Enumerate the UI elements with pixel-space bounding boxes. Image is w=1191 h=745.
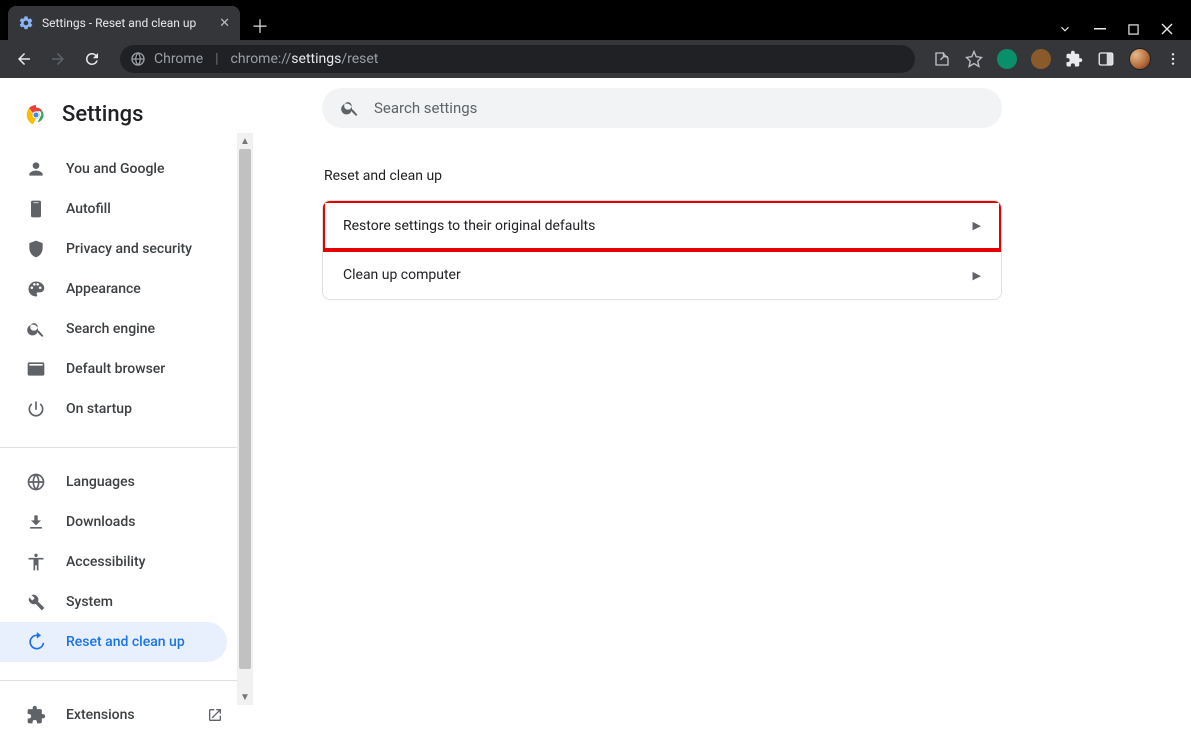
browser-icon: [26, 359, 46, 379]
sidebar-item-default-browser[interactable]: Default browser: [0, 349, 227, 389]
sidebar-item-label: System: [66, 594, 113, 610]
external-link-icon: [207, 707, 223, 723]
search-icon: [340, 98, 360, 118]
sidebar-item-reset[interactable]: Reset and clean up: [0, 622, 227, 662]
puzzle-icon: [26, 705, 46, 725]
sidebar-item-you-and-google[interactable]: You and Google: [0, 149, 227, 189]
kebab-menu-icon[interactable]: [1165, 51, 1181, 67]
chevron-right-icon: ▶: [973, 219, 981, 232]
chrome-logo-icon: [24, 103, 48, 127]
url-host: settings: [291, 51, 341, 67]
address-bar[interactable]: Chrome | chrome://settings/reset: [120, 45, 915, 73]
tabstrip: Settings - Reset and clean up ✕ ＋: [0, 0, 274, 40]
extensions-icon[interactable]: [1065, 50, 1083, 68]
sidebar-item-languages[interactable]: Languages: [0, 462, 227, 502]
sidebar-item-appearance[interactable]: Appearance: [0, 269, 227, 309]
sidebar-item-label: Appearance: [66, 281, 141, 297]
settings-brand: Settings: [0, 98, 253, 149]
search-placeholder: Search settings: [374, 99, 477, 117]
scrollbar-thumb[interactable]: [239, 149, 251, 669]
maximize-icon[interactable]: [1128, 24, 1139, 35]
shield-icon: [26, 239, 46, 259]
sidebar-item-label: On startup: [66, 401, 132, 417]
new-tab-button[interactable]: ＋: [246, 12, 274, 40]
settings-card: Restore settings to their original defau…: [322, 200, 1002, 300]
settings-search[interactable]: Search settings: [322, 88, 1002, 128]
browser-tab[interactable]: Settings - Reset and clean up ✕: [8, 6, 240, 40]
sidebar-item-accessibility[interactable]: Accessibility: [0, 542, 227, 582]
row-clean-up-computer[interactable]: Clean up computer ▶: [323, 250, 1001, 299]
reload-button[interactable]: [78, 45, 106, 73]
window-controls: [1058, 22, 1191, 40]
toolbar: Chrome | chrome://settings/reset: [0, 40, 1191, 78]
back-button[interactable]: [10, 45, 38, 73]
sidebar-group-extensions: Extensions: [0, 680, 253, 745]
sidebar-item-label: Reset and clean up: [66, 634, 185, 650]
palette-icon: [26, 279, 46, 299]
close-window-icon[interactable]: [1161, 23, 1173, 35]
share-icon[interactable]: [933, 50, 951, 68]
wrench-icon: [26, 592, 46, 612]
sidebar-item-system[interactable]: System: [0, 582, 227, 622]
sidebar-item-autofill[interactable]: Autofill: [0, 189, 227, 229]
sidebar-item-label: Search engine: [66, 321, 155, 337]
tab-title: Settings - Reset and clean up: [42, 16, 211, 30]
settings-title: Settings: [62, 102, 143, 127]
row-label: Clean up computer: [343, 267, 461, 283]
scroll-up-icon[interactable]: ▲: [237, 133, 253, 149]
sidebar-item-search-engine[interactable]: Search engine: [0, 309, 227, 349]
sidebar-item-label: Accessibility: [66, 554, 145, 570]
chevron-right-icon: ▶: [973, 269, 981, 282]
page-content: Settings You and Google Autofill Privacy…: [0, 78, 1191, 705]
power-icon: [26, 399, 46, 419]
search-icon: [26, 319, 46, 339]
restore-icon: [26, 632, 46, 652]
bookmark-icon[interactable]: [965, 50, 983, 68]
site-info-icon[interactable]: [130, 51, 146, 67]
chevron-down-icon[interactable]: [1058, 22, 1072, 36]
toolbar-actions: [929, 48, 1181, 70]
extension-cookie-icon[interactable]: [1031, 49, 1051, 69]
section-title: Reset and clean up: [324, 168, 1191, 184]
url-path: /reset: [341, 51, 378, 67]
main-panel: Search settings Reset and clean up Resto…: [254, 78, 1191, 705]
sidebar-item-downloads[interactable]: Downloads: [0, 502, 227, 542]
sidebar-item-label: Downloads: [66, 514, 135, 530]
sidebar-group-advanced: Languages Downloads Accessibility System…: [0, 447, 253, 672]
sidebar-item-label: Default browser: [66, 361, 165, 377]
clipboard-icon: [26, 199, 46, 219]
sidebar: Settings You and Google Autofill Privacy…: [0, 78, 254, 705]
accessibility-icon: [26, 552, 46, 572]
sidebar-item-privacy[interactable]: Privacy and security: [0, 229, 227, 269]
sidebar-item-label: Languages: [66, 474, 135, 490]
forward-button[interactable]: [44, 45, 72, 73]
download-icon: [26, 512, 46, 532]
scroll-down-icon[interactable]: ▼: [237, 689, 253, 705]
sidebar-item-label: Privacy and security: [66, 241, 192, 257]
globe-icon: [26, 472, 46, 492]
sidebar-item-on-startup[interactable]: On startup: [0, 389, 227, 429]
sidebar-group-main: You and Google Autofill Privacy and secu…: [0, 149, 253, 439]
browser-chrome: Settings - Reset and clean up ✕ ＋: [0, 0, 1191, 78]
sidebar-scrollbar[interactable]: ▲ ▼: [237, 133, 253, 705]
url-scheme: chrome://: [231, 51, 292, 67]
close-icon[interactable]: ✕: [219, 16, 230, 31]
minimize-icon[interactable]: [1094, 23, 1106, 35]
extension-grammarly-icon[interactable]: [997, 49, 1017, 69]
sidebar-item-label: Autofill: [66, 201, 111, 217]
person-icon: [26, 159, 46, 179]
sidebar-item-extensions[interactable]: Extensions: [0, 695, 227, 735]
sidebar-item-label: Extensions: [66, 707, 135, 723]
sidebar-item-label: You and Google: [66, 161, 164, 177]
row-label: Restore settings to their original defau…: [343, 218, 595, 234]
omnibox-chip: Chrome: [154, 51, 203, 67]
sidepanel-icon[interactable]: [1097, 50, 1115, 68]
gear-icon: [18, 15, 34, 31]
avatar[interactable]: [1129, 48, 1151, 70]
row-restore-defaults[interactable]: Restore settings to their original defau…: [323, 201, 1001, 250]
